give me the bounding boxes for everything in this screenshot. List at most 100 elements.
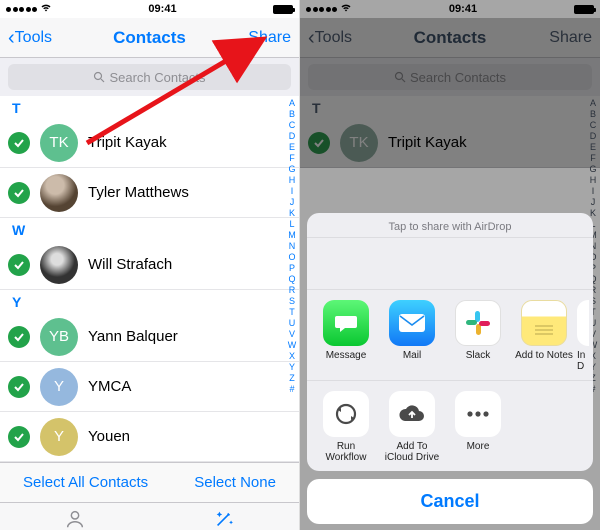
back-label: Tools — [15, 29, 52, 47]
more-icon — [455, 391, 501, 437]
search-placeholder: Search Contacts — [109, 70, 205, 85]
index-letter[interactable]: E — [289, 142, 295, 153]
back-button[interactable]: ‹ Tools — [8, 29, 64, 47]
search-bar: Search Contacts — [0, 58, 299, 96]
section-header-t: T — [0, 96, 299, 118]
index-letter[interactable]: G — [288, 164, 295, 175]
contact-row[interactable]: Will Strafach — [0, 240, 299, 290]
wand-icon — [213, 508, 235, 530]
phone-right: 09:41 ‹ Tools Contacts Share Search Cont… — [300, 0, 600, 530]
share-message[interactable]: Message — [313, 300, 379, 372]
index-letter[interactable]: W — [288, 340, 297, 351]
index-letter[interactable]: S — [289, 296, 295, 307]
index-letter[interactable]: C — [289, 120, 296, 131]
contact-name: Youen — [88, 428, 293, 445]
share-icloud[interactable]: Add To iCloud Drive — [379, 391, 445, 463]
chevron-left-icon: ‹ — [8, 32, 15, 44]
index-letter[interactable]: # — [289, 384, 294, 395]
index-letter[interactable]: U — [289, 318, 296, 329]
share-mail[interactable]: Mail — [379, 300, 445, 372]
wifi-icon — [40, 3, 52, 15]
index-letter[interactable]: K — [289, 208, 295, 219]
status-time: 09:41 — [148, 3, 176, 15]
avatar: TK — [40, 124, 78, 162]
contact-row[interactable]: Tyler Matthews — [0, 168, 299, 218]
check-icon[interactable] — [8, 376, 30, 398]
index-letter[interactable]: N — [289, 241, 296, 252]
tab-bar: Contacts Tools — [0, 502, 299, 530]
contact-row[interactable]: TK Tripit Kayak — [0, 118, 299, 168]
avatar — [40, 174, 78, 212]
section-header-w: W — [0, 218, 299, 240]
share-partial[interactable]: In D — [577, 300, 589, 372]
slack-icon — [455, 300, 501, 346]
check-icon[interactable] — [8, 182, 30, 204]
index-letter[interactable]: T — [289, 307, 295, 318]
select-none-button[interactable]: Select None — [194, 474, 276, 491]
phone-left: 09:41 ‹ Tools Contacts Share Search Cont… — [0, 0, 300, 530]
tab-tools[interactable]: Tools — [150, 503, 300, 530]
signal-dots-icon — [6, 7, 37, 12]
airdrop-hint: Tap to share with AirDrop — [307, 213, 593, 238]
share-workflow[interactable]: Run Workflow — [313, 391, 379, 463]
share-row-actions[interactable]: Run Workflow Add To iCloud Drive More — [307, 380, 593, 471]
index-letter[interactable]: I — [291, 186, 294, 197]
tab-contacts[interactable]: Contacts — [0, 503, 150, 530]
page-title: Contacts — [64, 28, 235, 48]
index-letter[interactable]: A — [289, 98, 295, 109]
mail-icon — [389, 300, 435, 346]
select-bar: Select All Contacts Select None — [0, 462, 299, 502]
index-letter[interactable]: J — [290, 197, 295, 208]
index-letter[interactable]: D — [289, 131, 296, 142]
index-letter[interactable]: P — [289, 263, 295, 274]
index-letter[interactable]: V — [289, 329, 295, 340]
select-all-button[interactable]: Select All Contacts — [23, 474, 148, 491]
section-header-y: Y — [0, 290, 299, 312]
index-letter[interactable]: F — [289, 153, 295, 164]
battery-icon — [273, 5, 293, 14]
share-row-apps[interactable]: Message Mail Slack Add to Notes — [307, 290, 593, 380]
check-icon[interactable] — [8, 426, 30, 448]
index-letter[interactable]: M — [288, 230, 296, 241]
index-letter[interactable]: B — [289, 109, 295, 120]
avatar: Y — [40, 368, 78, 406]
share-sheet: Tap to share with AirDrop Message Mail S… — [307, 213, 593, 524]
message-icon — [323, 300, 369, 346]
contact-row[interactable]: YB Yann Balquer — [0, 312, 299, 362]
share-notes[interactable]: Add to Notes — [511, 300, 577, 372]
contact-row[interactable]: Y YMCA — [0, 362, 299, 412]
index-letter[interactable]: O — [288, 252, 295, 263]
notes-icon — [521, 300, 567, 346]
index-letter[interactable]: Y — [289, 362, 295, 373]
index-letter[interactable]: Q — [288, 274, 295, 285]
contacts-icon — [64, 508, 86, 530]
share-button[interactable]: Share — [235, 29, 291, 47]
share-slack[interactable]: Slack — [445, 300, 511, 372]
contact-name: YMCA — [88, 378, 293, 395]
partial-icon — [577, 300, 589, 346]
avatar: Y — [40, 418, 78, 456]
index-letter[interactable]: X — [289, 351, 295, 362]
contact-row[interactable]: Y Youen — [0, 412, 299, 462]
icloud-icon — [389, 391, 435, 437]
index-letter[interactable]: L — [289, 219, 294, 230]
index-strip[interactable]: ABCDEFGHIJKLMNOPQRSTUVWXYZ# — [286, 98, 298, 395]
avatar: YB — [40, 318, 78, 356]
search-icon — [93, 71, 105, 83]
workflow-icon — [323, 391, 369, 437]
search-input[interactable]: Search Contacts — [8, 64, 291, 90]
contact-name: Tripit Kayak — [88, 134, 293, 151]
contact-name: Will Strafach — [88, 256, 293, 273]
nav-bar: ‹ Tools Contacts Share — [0, 18, 299, 58]
share-more[interactable]: More — [445, 391, 511, 463]
index-letter[interactable]: R — [289, 285, 296, 296]
index-letter[interactable]: H — [289, 175, 296, 186]
contact-name: Tyler Matthews — [88, 184, 293, 201]
cancel-button[interactable]: Cancel — [307, 479, 593, 524]
index-letter[interactable]: Z — [289, 373, 295, 384]
airdrop-area[interactable] — [307, 238, 593, 290]
avatar — [40, 246, 78, 284]
check-icon[interactable] — [8, 254, 30, 276]
check-icon[interactable] — [8, 132, 30, 154]
check-icon[interactable] — [8, 326, 30, 348]
